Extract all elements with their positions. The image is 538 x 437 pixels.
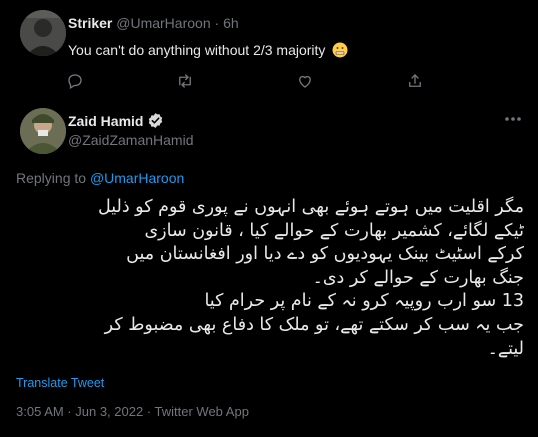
avatar-zaid-hamid[interactable] — [20, 108, 66, 154]
main-author-name[interactable]: Zaid Hamid — [68, 113, 143, 129]
retweet-icon[interactable] — [174, 70, 196, 92]
grimacing-face-emoji-icon — [332, 42, 348, 61]
tweet-text-line: جب یہ سب کر سکتے تھے، تو ملک کا دفاع بھی… — [104, 314, 524, 335]
like-icon[interactable] — [294, 70, 316, 92]
main-author-handle[interactable]: @ZaidZamanHamid — [68, 132, 193, 148]
tweet-text-line: ٹیکے لگائے، کشمیر بھارت کے حوالے کیا ، ق… — [144, 220, 524, 241]
reply-header: Striker @UmarHaroon · 6h — [68, 15, 239, 31]
reply-author-handle[interactable]: @UmarHaroon — [116, 15, 210, 31]
reply-icon[interactable] — [64, 70, 86, 92]
share-icon[interactable] — [404, 70, 426, 92]
avatar-striker[interactable] — [20, 10, 66, 56]
main-author-row: Zaid Hamid — [68, 112, 164, 129]
more-options-icon[interactable] — [500, 108, 526, 130]
reply-text: You can't do anything without 2/3 majori… — [68, 42, 326, 58]
reply-separator: · — [214, 15, 220, 31]
tweet-text-line: مگر اقلیت میں ہوتے ہوئے بھی انہوں نے پور… — [97, 197, 524, 217]
reply-author-name[interactable]: Striker — [68, 15, 112, 31]
translate-tweet-link[interactable]: Translate Tweet — [16, 376, 104, 390]
replying-to-handle[interactable]: @UmarHaroon — [90, 170, 184, 186]
tweet-timestamp[interactable]: 3:05 AM · Jun 3, 2022 · Twitter Web App — [16, 404, 249, 419]
reply-text-row: You can't do anything without 2/3 majori… — [68, 42, 348, 61]
reply-time[interactable]: 6h — [223, 15, 239, 31]
tweet-text-line: لیتے۔ — [487, 338, 524, 359]
tweet-text-line: جنگ بھارت کے حوالے کر دی۔ — [312, 267, 524, 288]
tweet-text-line: کرکے اسٹیٹ بینک یہودیوں کو دے دیا اور اف… — [126, 244, 524, 265]
verified-badge-icon — [147, 112, 164, 129]
tweet-text-line: 13 سو ارب روپیہ کرو نہ کے نام پر حرام کی… — [204, 291, 524, 312]
main-tweet-text: مگر اقلیت میں ہوتے ہوئے بھی انہوں نے پور… — [16, 196, 524, 361]
replying-to-row: Replying to @UmarHaroon — [16, 170, 184, 186]
replying-to-label: Replying to — [16, 170, 87, 186]
